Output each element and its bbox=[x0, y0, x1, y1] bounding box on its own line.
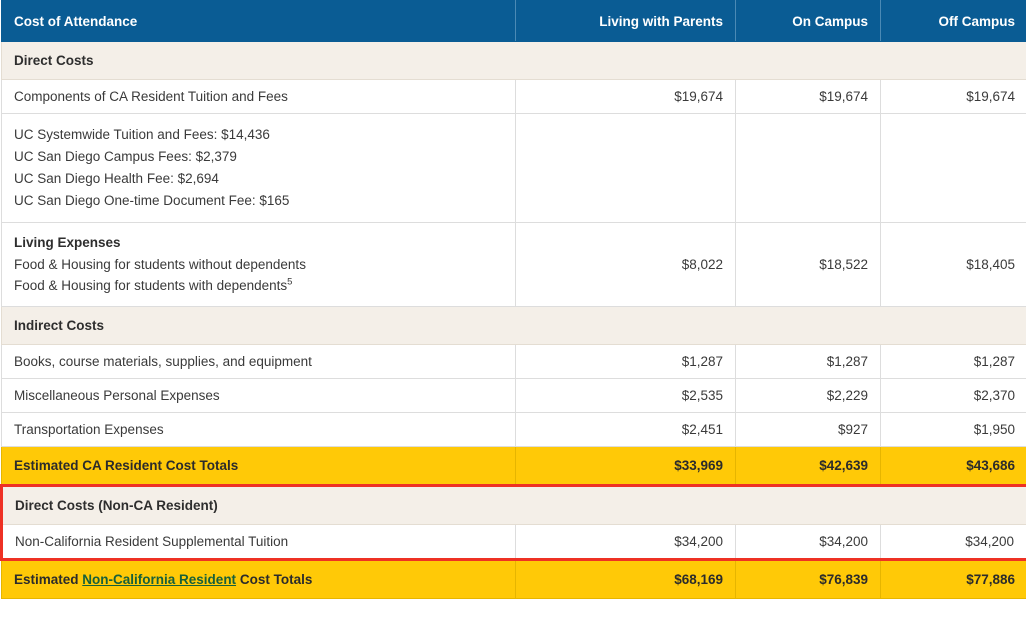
totals-row-ca-resident: Estimated CA Resident Cost Totals $33,96… bbox=[1, 445, 1026, 486]
totals-label-non-ca-resident: Estimated Non-California Resident Cost T… bbox=[1, 558, 516, 599]
row-value-books-off-campus: $1,287 bbox=[880, 343, 1026, 379]
table-row: Components of CA Resident Tuition and Fe… bbox=[1, 79, 1026, 114]
totals-label-prefix: Estimated bbox=[14, 571, 79, 587]
header-row: Cost of Attendance Living with Parents O… bbox=[1, 0, 1026, 42]
non-california-resident-link[interactable]: Non-California Resident bbox=[82, 572, 236, 587]
totals-label-suffix: Cost Totals bbox=[239, 571, 313, 587]
row-value-books-parents: $1,287 bbox=[515, 343, 736, 379]
living-expenses-value-on-campus: $18,522 bbox=[735, 222, 881, 307]
section-row-indirect-costs: Indirect Costs bbox=[1, 305, 1026, 345]
fee-breakdown-line: UC San Diego One-time Document Fee: $165 bbox=[14, 192, 290, 208]
footnote-marker: 5 bbox=[287, 276, 293, 288]
totals-value-ca-off-campus: $43,686 bbox=[880, 445, 1026, 486]
row-label-books: Books, course materials, supplies, and e… bbox=[1, 343, 516, 379]
totals-value-non-ca-parents: $68,169 bbox=[515, 558, 736, 599]
totals-row-non-ca-resident: Estimated Non-California Resident Cost T… bbox=[1, 558, 1026, 599]
row-label-components: Components of CA Resident Tuition and Fe… bbox=[1, 79, 516, 114]
living-expenses-heading: Living Expenses bbox=[14, 235, 121, 251]
header-cost-of-attendance: Cost of Attendance bbox=[1, 0, 516, 42]
row-value-books-on-campus: $1,287 bbox=[735, 343, 881, 379]
table-row-non-ca-supplemental-tuition: Non-California Resident Supplemental Tui… bbox=[0, 523, 1026, 561]
row-label-transportation: Transportation Expenses bbox=[1, 411, 516, 447]
row-label-miscellaneous: Miscellaneous Personal Expenses bbox=[1, 377, 516, 413]
section-label-indirect-costs: Indirect Costs bbox=[1, 305, 1026, 345]
totals-label-ca-resident: Estimated CA Resident Cost Totals bbox=[1, 445, 516, 486]
row-label-non-ca-supplemental-tuition: Non-California Resident Supplemental Tui… bbox=[0, 523, 516, 561]
living-expenses-cell: Living Expenses Food & Housing for stude… bbox=[1, 222, 516, 307]
table-row: Transportation Expenses $2,451 $927 $1,9… bbox=[1, 411, 1026, 447]
fee-breakdown-line: UC Systemwide Tuition and Fees: $14,436 bbox=[14, 127, 270, 142]
header-living-with-parents: Living with Parents bbox=[515, 0, 736, 42]
fee-breakdown-value-off-campus bbox=[880, 112, 1026, 224]
row-value-components-parents: $19,674 bbox=[515, 79, 736, 114]
section-label-direct-costs: Direct Costs bbox=[1, 41, 1026, 80]
section-row-direct-costs-non-ca: Direct Costs (Non-CA Resident) bbox=[0, 483, 1026, 525]
table-row: Miscellaneous Personal Expenses $2,535 $… bbox=[1, 377, 1026, 413]
section-row-direct-costs: Direct Costs bbox=[1, 41, 1026, 80]
cost-of-attendance-table: Cost of Attendance Living with Parents O… bbox=[0, 0, 1026, 599]
fee-breakdown-line: UC San Diego Campus Fees: $2,379 bbox=[14, 148, 237, 164]
totals-value-ca-parents: $33,969 bbox=[515, 445, 736, 486]
table-row: Books, course materials, supplies, and e… bbox=[1, 343, 1026, 379]
table-header: Cost of Attendance Living with Parents O… bbox=[1, 0, 1026, 42]
living-expenses-with-dependents-text: Food & Housing for students with depende… bbox=[14, 277, 288, 293]
row-value-transportation-parents: $2,451 bbox=[515, 411, 736, 447]
header-on-campus: On Campus bbox=[735, 0, 881, 42]
table-body: Direct Costs Components of CA Resident T… bbox=[0, 41, 1026, 599]
row-value-transportation-on-campus: $927 bbox=[735, 411, 881, 447]
totals-value-non-ca-on-campus: $76,839 bbox=[735, 558, 881, 599]
table-row-fee-breakdown: UC Systemwide Tuition and Fees: $14,436 … bbox=[1, 112, 1026, 224]
header-off-campus: Off Campus bbox=[880, 0, 1026, 42]
row-value-transportation-off-campus: $1,950 bbox=[880, 411, 1026, 447]
fee-breakdown-list: UC Systemwide Tuition and Fees: $14,436 … bbox=[1, 112, 516, 224]
fee-breakdown-line: UC San Diego Health Fee: $2,694 bbox=[14, 170, 219, 186]
row-value-components-off-campus: $19,674 bbox=[880, 79, 1026, 114]
row-value-non-ca-tuition-off-campus: $34,200 bbox=[880, 523, 1026, 561]
fee-breakdown-value-parents bbox=[515, 112, 736, 224]
section-label-direct-costs-non-ca: Direct Costs (Non-CA Resident) bbox=[0, 483, 1026, 525]
row-value-components-on-campus: $19,674 bbox=[735, 79, 881, 114]
row-value-non-ca-tuition-on-campus: $34,200 bbox=[735, 523, 881, 561]
row-value-miscellaneous-on-campus: $2,229 bbox=[735, 377, 881, 413]
fee-breakdown-value-on-campus bbox=[735, 112, 881, 224]
row-value-miscellaneous-off-campus: $2,370 bbox=[880, 377, 1026, 413]
row-value-non-ca-tuition-parents: $34,200 bbox=[515, 523, 736, 561]
row-value-miscellaneous-parents: $2,535 bbox=[515, 377, 736, 413]
living-expenses-with-dependents: Food & Housing for students with depende… bbox=[14, 276, 503, 297]
totals-value-ca-on-campus: $42,639 bbox=[735, 445, 881, 486]
living-expenses-value-parents: $8,022 bbox=[515, 222, 736, 307]
living-expenses-without-dependents: Food & Housing for students without depe… bbox=[14, 257, 306, 273]
living-expenses-value-off-campus: $18,405 bbox=[880, 222, 1026, 307]
table-row-living-expenses: Living Expenses Food & Housing for stude… bbox=[1, 222, 1026, 307]
totals-value-non-ca-off-campus: $77,886 bbox=[880, 558, 1026, 599]
